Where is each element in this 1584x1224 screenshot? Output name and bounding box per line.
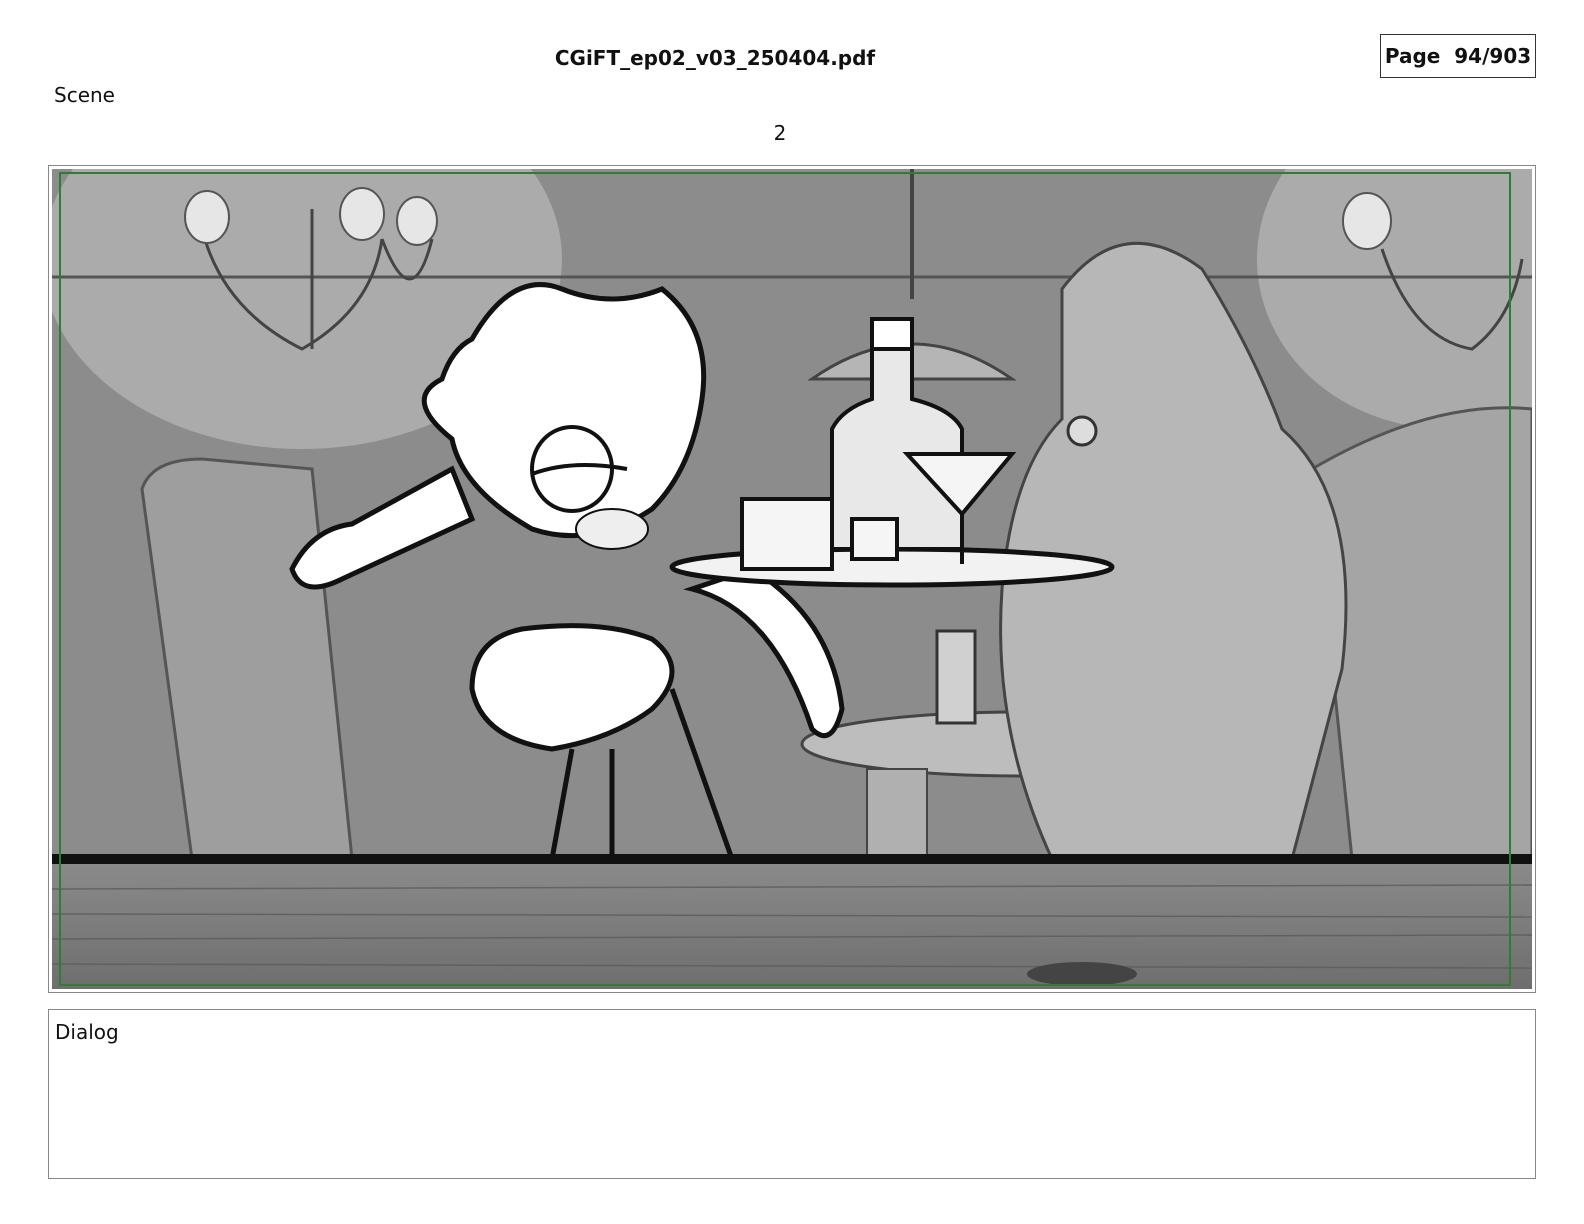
dialog-box: Dialog [48,1009,1536,1179]
page-label: Page [1384,44,1441,68]
page-indicator: Page 94/903 [1380,34,1536,78]
storyboard-sketch-image [52,169,1532,989]
dialog-label: Dialog [55,1020,119,1044]
page-number: 94/903 [1454,44,1532,68]
scene-number: 2 [773,121,787,145]
document-title: CGiFT_ep02_v03_250404.pdf [554,46,876,70]
storyboard-panel [48,165,1536,993]
scene-label: Scene [54,83,115,107]
